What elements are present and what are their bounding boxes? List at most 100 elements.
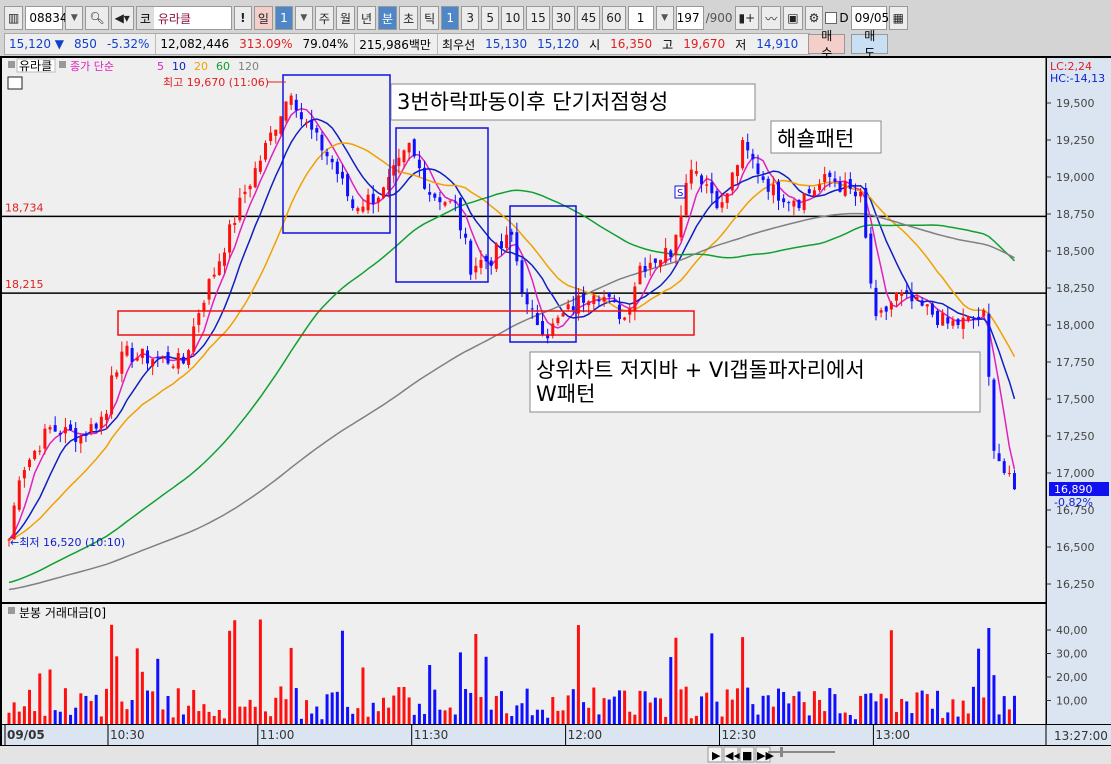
interval-15[interactable]: 15 [526, 6, 550, 30]
candle [505, 234, 509, 248]
speaker-icon[interactable]: ◀▾ [110, 6, 134, 30]
x-tick-label: 09/05 [7, 728, 45, 742]
candle [176, 353, 180, 369]
interval-30[interactable]: 30 [551, 6, 576, 30]
volume-bar [607, 699, 611, 724]
volume-bar [925, 694, 929, 724]
volume-bar [715, 701, 719, 724]
menu-icon[interactable]: ▥ [4, 6, 24, 30]
calendar-icon[interactable]: ▦ [888, 6, 908, 30]
candle [279, 116, 283, 135]
volume-bar [12, 702, 16, 724]
alert-button[interactable]: ! [233, 6, 252, 30]
candle [371, 193, 375, 204]
volume-bar [269, 716, 273, 724]
chart-title[interactable]: 유라클 [19, 59, 52, 73]
volume-bar [566, 695, 570, 724]
hc-value: HC:-14,13 [1050, 72, 1105, 85]
volume-bar [120, 701, 124, 724]
sell-button[interactable]: 매도 [851, 29, 889, 60]
volume-bar [941, 718, 945, 724]
chevron-down-icon[interactable]: ▼ [65, 6, 84, 30]
candle [1012, 473, 1016, 490]
candle [43, 428, 47, 449]
period-day-button[interactable]: 일 [253, 6, 273, 30]
ma-legend-120: 120 [238, 60, 259, 73]
signal-marker-text: S [677, 188, 683, 199]
volume-bar [700, 696, 704, 724]
best-bid: 15,120 [537, 37, 580, 51]
volume-bar [961, 700, 965, 724]
stock-name-input[interactable]: 유라클 [154, 10, 191, 27]
volume-bar [392, 695, 396, 724]
interval-60[interactable]: 60 [602, 6, 626, 30]
volume-bar [494, 695, 498, 724]
stock-code-input[interactable]: 088340 [25, 6, 75, 30]
volume-bar [915, 692, 919, 724]
chevron-down-icon[interactable]: ▼ [655, 6, 674, 30]
count-input[interactable]: 197 [675, 6, 704, 30]
interval-input[interactable]: 1 [627, 6, 654, 30]
volume-bar [838, 713, 842, 724]
period-week[interactable]: 주 [314, 6, 334, 30]
candle [274, 129, 278, 136]
candle [346, 174, 350, 197]
volume-bar [689, 718, 693, 724]
volume-bar [376, 711, 380, 724]
line-add-icon[interactable]: 〰 [761, 6, 782, 30]
candle [474, 265, 478, 273]
volume-bar [94, 694, 98, 724]
volume-bar [43, 715, 47, 724]
interval-3[interactable]: 3 [461, 6, 480, 30]
candle [710, 182, 714, 194]
interval-5[interactable]: 5 [481, 6, 500, 30]
candle [135, 357, 139, 361]
volume-bar [330, 692, 334, 724]
price-chart[interactable]: 16,25016,50016,75017,00017,25017,50017,7… [0, 0, 1111, 764]
candle [602, 296, 606, 302]
period-minute[interactable]: 분 [378, 6, 398, 30]
period-year[interactable]: 년 [356, 6, 377, 30]
volume-bar [192, 689, 196, 724]
candle [838, 181, 842, 192]
volume-bar [741, 637, 745, 724]
candle [894, 292, 898, 301]
d-checkbox[interactable] [825, 12, 838, 24]
candle [664, 248, 668, 263]
candle [643, 265, 647, 272]
volume-bar [535, 709, 539, 724]
period-month[interactable]: 월 [335, 6, 355, 30]
candle [694, 171, 698, 174]
interval-10[interactable]: 10 [501, 6, 525, 30]
candle [94, 423, 98, 429]
y-tick-label: 19,500 [1056, 97, 1095, 110]
interval-1[interactable]: 1 [441, 6, 460, 30]
volume-bar [499, 691, 503, 724]
candle-add-icon[interactable]: ▮+ [734, 6, 760, 30]
interval-45[interactable]: 45 [577, 6, 601, 30]
volume-bar [438, 709, 442, 724]
volume-bar [546, 717, 550, 724]
y-tick-label: 18,500 [1056, 245, 1095, 258]
period-second[interactable]: 초 [399, 6, 419, 30]
candle [228, 224, 232, 253]
volume-bar [889, 630, 893, 724]
period-n[interactable]: 1 [274, 6, 293, 30]
y-tick-label: 18,750 [1056, 208, 1095, 221]
volume-bar [520, 703, 524, 724]
candle [325, 151, 329, 157]
volume-bar [987, 627, 991, 724]
volume-bar [684, 686, 688, 724]
buy-button[interactable]: 매수 [808, 29, 846, 60]
count-max: /900 [705, 11, 733, 25]
candle [458, 197, 462, 231]
chevron-down-icon[interactable]: ▼ [294, 6, 313, 30]
period-tick[interactable]: 틱 [420, 6, 440, 30]
annotation-w-pattern-text: 상위차트 저지바 + VI갭돌파자리에서 [536, 358, 865, 382]
candle [612, 301, 616, 303]
save-icon[interactable]: ▣ [783, 6, 803, 30]
volume-bar [735, 688, 739, 724]
candle [315, 128, 319, 133]
volume-bar [669, 657, 673, 724]
search-icon[interactable]: 🔍︎ [85, 6, 109, 30]
